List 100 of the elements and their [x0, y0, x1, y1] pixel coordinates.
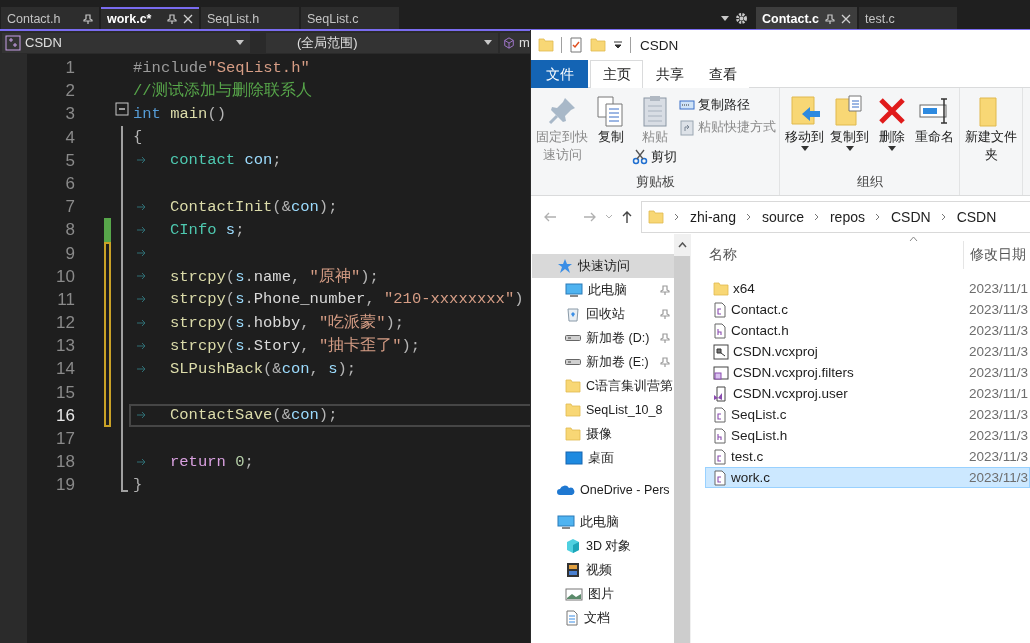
group-label: 组织	[855, 173, 884, 191]
collapse-icon[interactable]	[115, 102, 129, 117]
code-line: CInfo s;	[170, 220, 245, 239]
file-date: 2023/11/3	[968, 365, 1029, 380]
chevron-icon	[674, 213, 680, 221]
file-tab[interactable]: work.c*	[101, 7, 199, 29]
nav-item[interactable]: 视频	[532, 558, 674, 582]
nav-item[interactable]: 摄像	[532, 422, 674, 446]
file-row[interactable]: SeqList.h 2023/11/3	[705, 425, 1030, 446]
nav-item[interactable]: 新加卷 (D:)	[532, 326, 674, 350]
scroll-up-icon[interactable]	[677, 242, 687, 248]
file-row[interactable]: x64 2023/11/1	[705, 278, 1030, 299]
pin-icon[interactable]	[83, 14, 93, 24]
file-date: 2023/11/3	[968, 344, 1029, 359]
ribbon-tab[interactable]: 文件	[531, 60, 588, 88]
column-header[interactable]: 修改日期	[966, 245, 1026, 264]
file-row[interactable]: SeqList.c 2023/11/3	[705, 404, 1030, 425]
cloud-icon	[557, 483, 575, 497]
star-icon	[557, 258, 573, 274]
pin-icon[interactable]	[167, 14, 177, 24]
folder-icon	[565, 426, 581, 442]
nav-item[interactable]: 此电脑	[532, 278, 674, 302]
line-number: 5	[64, 149, 75, 172]
file-row[interactable]: Contact.c 2023/11/3	[705, 299, 1030, 320]
breadcrumb[interactable]: CSDN	[891, 209, 931, 225]
nav-item[interactable]: SeqList_10_8	[532, 398, 674, 422]
chevron-icon	[745, 213, 752, 221]
tab-arrow-icon	[137, 272, 147, 281]
nav-item[interactable]: C语言集训营第	[532, 374, 674, 398]
file-name: work.c	[731, 470, 770, 485]
tab-arrow-icon	[137, 365, 147, 374]
close-icon[interactable]	[841, 14, 851, 24]
line-number: 13	[55, 335, 75, 358]
code-line: SLPushBack(&con, s);	[170, 360, 357, 379]
dropdown-icon	[721, 15, 730, 21]
line-number: 12	[55, 312, 75, 335]
line-number: 9	[64, 242, 75, 265]
project-dropdown[interactable]: CSDN	[2, 32, 250, 53]
column-header[interactable]: 名称	[705, 245, 963, 264]
breadcrumb[interactable]: source	[761, 209, 804, 225]
file-row[interactable]: CSDN.vcxproj.user 2023/11/1	[705, 383, 1030, 404]
c-file-icon	[713, 448, 727, 465]
ribbon-button[interactable]: 删除	[873, 94, 911, 151]
close-icon[interactable]	[183, 14, 193, 24]
file-tab[interactable]: Contact.h	[1, 7, 99, 29]
ribbon-button[interactable]: 重命名	[913, 94, 956, 146]
member-dropdown[interactable]: m	[500, 32, 530, 53]
nav-item[interactable]: 新加卷 (E:)	[532, 350, 674, 374]
file-row[interactable]: test.c 2023/11/3	[705, 446, 1030, 467]
code-line: {	[133, 128, 143, 147]
file-row[interactable]: CSDN.vcxproj 2023/11/3	[705, 341, 1030, 362]
breadcrumb[interactable]: CSDN	[956, 209, 997, 225]
file-tab[interactable]: SeqList.h	[201, 7, 299, 29]
monitor-icon	[557, 514, 575, 530]
settings-icon[interactable]	[735, 11, 749, 25]
ribbon-button[interactable]: 复制到	[828, 94, 871, 151]
nav-item[interactable]: 此电脑	[532, 510, 674, 534]
file-name: CSDN.vcxproj	[733, 344, 818, 359]
breadcrumb[interactable]: zhi-ang	[690, 209, 736, 225]
chevron-icon	[940, 213, 947, 221]
file-tab[interactable]: test.c	[859, 7, 957, 29]
file-row[interactable]: CSDN.vcxproj.filters 2023/11/3	[705, 362, 1030, 383]
chevron-icon	[813, 213, 820, 221]
filter-file-icon	[713, 364, 729, 381]
caret-icon	[484, 40, 492, 45]
scope-dropdown[interactable]: (全局范围)	[266, 32, 498, 53]
line-number: 3	[64, 103, 75, 126]
line-number: 17	[55, 428, 75, 450]
breadcrumb[interactable]: repos	[829, 209, 865, 225]
ribbon-button[interactable]: 移动到	[783, 94, 826, 151]
file-name: SeqList.h	[731, 428, 788, 443]
file-name: test.c	[731, 449, 764, 464]
nav-item[interactable]: 图片	[532, 582, 674, 606]
tab-arrow-icon	[137, 202, 147, 211]
nav-item[interactable]: 快速访问	[532, 254, 674, 278]
nav-item[interactable]: OneDrive - Pers	[532, 478, 674, 502]
shortcut-icon	[679, 118, 695, 136]
ribbon-tab[interactable]: 主页	[590, 60, 643, 88]
file-row[interactable]: work.c 2023/11/3	[705, 467, 1030, 488]
nav-item[interactable]: 文档	[532, 606, 674, 630]
ribbon-button[interactable]: 剪切	[632, 146, 677, 168]
nav-item[interactable]: 3D 对象	[532, 534, 674, 558]
nav-item[interactable]: 桌面	[532, 446, 674, 470]
nav-item[interactable]: 回收站	[532, 302, 674, 326]
code-line: return 0;	[170, 452, 254, 471]
ribbon-button[interactable]: 复制	[592, 94, 630, 146]
code-line: strcpy(s.Story, "抽卡歪了");	[170, 336, 421, 357]
file-row[interactable]: Contact.h 2023/11/3	[705, 320, 1030, 341]
caret-icon	[845, 146, 854, 151]
folder-icon	[538, 37, 554, 53]
scrollbar[interactable]	[674, 234, 690, 643]
line-number: 4	[64, 126, 75, 149]
pin-icon[interactable]	[825, 14, 835, 24]
ribbon-button[interactable]: 新建文件夹	[963, 94, 1019, 164]
file-tab[interactable]: SeqList.c	[301, 7, 399, 29]
ribbon-button[interactable]: 复制路径	[679, 94, 750, 116]
up-icon[interactable]	[621, 210, 633, 224]
file-tab[interactable]: Contact.c	[756, 7, 857, 29]
code-line: strcpy(s.name, "原神");	[170, 266, 379, 287]
path-icon	[679, 99, 695, 111]
